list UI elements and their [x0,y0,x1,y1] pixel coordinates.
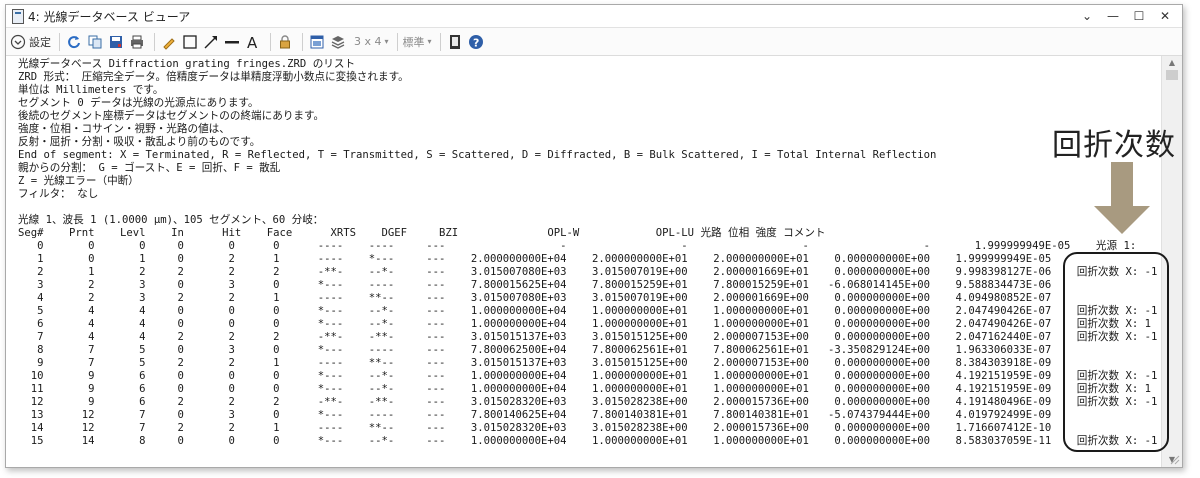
toolbar-separator [439,32,441,51]
listing-body: 光線データベース Diffraction grating fringes.ZRD… [18,58,1157,448]
maximize-button[interactable]: ☐ [1128,7,1150,25]
table-row: 14 12 7 2 2 1 ---- **-- --- 3.015028320E… [18,422,1052,434]
table-row: 0 0 0 0 0 0 ---- ---- --- - - - - 1.9999… [18,240,1137,252]
layers-icon[interactable] [329,32,347,52]
minimize-button[interactable]: — [1102,7,1124,25]
listing-header-line: セグメント 0 データは光線の光源点にあります。 [18,97,259,109]
chevron-down-circle-icon [10,34,26,49]
ray-listing-text[interactable]: 光線データベース Diffraction grating fringes.ZRD… [6,56,1158,467]
title-bar[interactable]: 4: 光線データベース ビューア ⌄ — ☐ ✕ [6,5,1182,28]
table-row: 1 0 1 0 2 1 ---- *--- --- 2.000000000E+0… [18,253,1052,265]
table-row: 15 14 8 0 0 0 *--- --*- --- 1.000000000E… [18,435,1158,447]
window-title: 4: 光線データベース ビューア [28,10,191,24]
toolbar-separator [154,32,155,51]
toolbar-separator [302,32,303,51]
listing-header-line: ZRD 形式： 圧縮完全データ。倍精度データは単精度浮動小数点に変換されます。 [18,71,409,83]
svg-text:?: ? [473,36,479,49]
table-header-row: Seg# Prnt Levl In Hit Face XRTS DGEF BZI… [18,227,826,239]
listing-header-line: 光線データベース Diffraction grating fringes.ZRD… [18,58,356,70]
refresh-icon[interactable] [65,32,83,52]
listing-header-line: Z = 光線エラー（中断） [18,175,139,187]
table-row: 12 9 6 2 2 2 -**- -**- --- 3.015028320E+… [18,396,1158,408]
text-tool-icon[interactable]: A [244,32,262,52]
table-row: 4 2 3 2 2 1 ---- **-- --- 3.015007080E+0… [18,292,1052,304]
layout-label: 3 x 4 [354,35,382,48]
table-row: 13 12 7 0 3 0 *--- ---- --- 7.800140625E… [18,409,1052,421]
caret-down-icon: ▾ [384,37,389,46]
copy-icon[interactable] [86,32,104,52]
export-icon[interactable] [446,32,464,52]
table-row: 7 4 4 2 2 2 -**- -**- --- 3.015015137E+0… [18,331,1158,343]
standard-dropdown[interactable]: 標準 ▾ [403,32,432,52]
window-icon[interactable] [308,32,326,52]
chevron-down-icon[interactable]: ⌄ [1076,7,1098,25]
listing-header-line: フィルタ： なし [18,188,99,200]
caret-down-icon: ▾ [427,37,432,46]
standard-label: 標準 [402,35,425,49]
toolbar-separator [270,32,271,51]
table-row: 9 7 5 2 2 1 ---- **-- --- 3.015015137E+0… [18,357,1052,369]
table-row: 6 4 4 0 0 0 *--- --*- --- 1.000000000E+0… [18,318,1152,330]
table-row: 11 9 6 0 0 0 *--- --*- --- 1.000000000E+… [18,383,1152,395]
listing-header-line: 単位は Millimeters です。 [18,84,164,96]
arrow-tool-icon[interactable] [202,32,220,52]
resize-grip-icon[interactable] [1170,455,1180,465]
diffraction-order-highlight-box [1063,252,1169,452]
table-row: 8 7 5 0 3 0 *--- ---- --- 7.800062500E+0… [18,344,1052,356]
table-row: 2 1 2 2 2 2 -**- --*- --- 3.015007080E+0… [18,266,1158,278]
table-row: 5 4 4 0 0 0 *--- --*- --- 1.000000000E+0… [18,305,1158,317]
listing-header-line: 親からの分割： G = ゴースト、E = 回折、F = 散乱 [18,162,281,174]
save-icon[interactable] [107,32,125,52]
document-icon [12,9,24,24]
scroll-up-icon[interactable]: ▲ [1162,56,1182,70]
listing-header-line: End of segment: X = Terminated, R = Refl… [18,149,937,161]
table-row: 3 2 3 0 3 0 *--- ---- --- 7.800015625E+0… [18,279,1052,291]
listing-header-line: 後続のセグメント座標データはセグメントのの終端にあります。 [18,110,325,122]
table-row: 10 9 6 0 0 0 *--- --*- --- 1.000000000E+… [18,370,1158,382]
toolbar-separator [396,32,398,51]
line-tool-icon[interactable] [223,32,241,52]
toolbar: 設定 A 3 x 4 ▾ 標準 ▾ ? [6,28,1182,56]
close-button[interactable]: ✕ [1154,7,1176,25]
settings-button[interactable]: 設定 [10,32,51,52]
print-icon[interactable] [128,32,146,52]
annotation-arrow-icon [1094,162,1150,234]
rectangle-icon[interactable] [181,32,199,52]
layout-dropdown[interactable]: 3 x 4 ▾ [354,32,389,52]
listing-header-line [18,201,1157,214]
settings-label: 設定 [29,35,51,49]
listing-header-line: 反射・屈折・分割・吸収・散乱より前のものです。 [18,136,261,148]
pencil-icon[interactable] [160,32,178,52]
ray-database-viewer-window: 4: 光線データベース ビューア ⌄ — ☐ ✕ 設定 A 3 x 4 ▾ 標準… [5,4,1183,468]
lock-icon[interactable] [276,32,294,52]
scrollbar-thumb[interactable] [1166,70,1178,80]
listing-header-line: 強度・位相・コサイン・視野・光路の値は、 [18,123,230,135]
svg-text:A: A [247,34,258,50]
toolbar-separator [59,32,60,51]
diffraction-order-annotation-label: 回折次数 [1052,128,1176,163]
listing-header-line: 光線 1、波長 1 (1.0000 μm)、105 セグメント、60 分岐： [18,214,324,226]
help-icon[interactable]: ? [467,32,485,52]
